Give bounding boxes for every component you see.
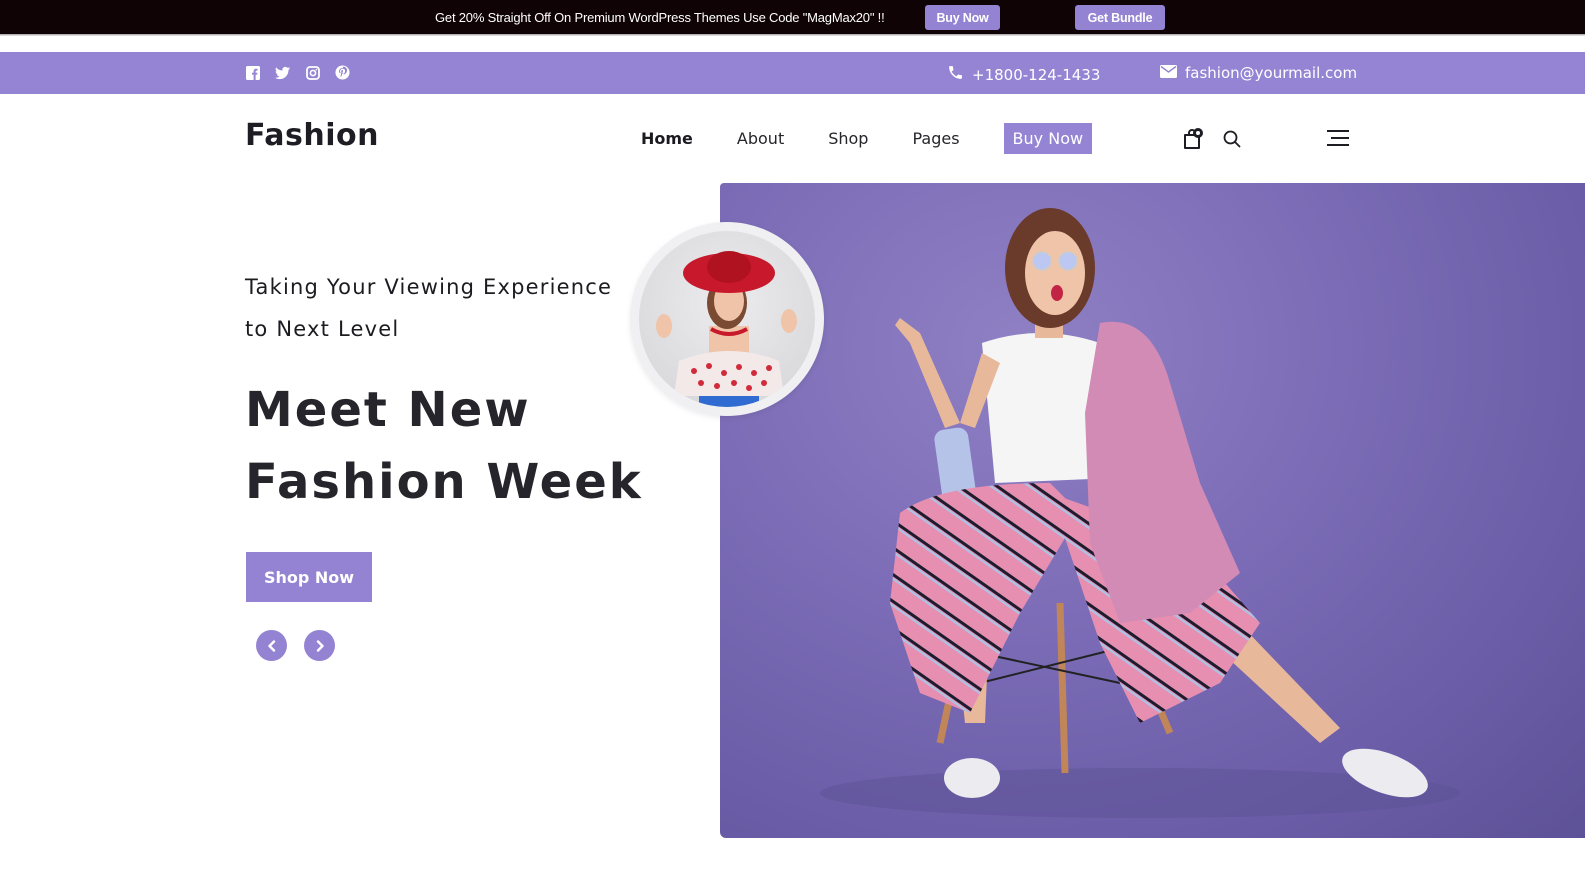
phone-number: +1800-124-1433 [972, 65, 1101, 84]
site-logo[interactable]: Fashion [245, 118, 379, 153]
pinterest-icon[interactable] [335, 65, 350, 80]
email-address: fashion@yourmail.com [1185, 64, 1358, 82]
nav-home[interactable]: Home [641, 124, 693, 154]
promo-buy-now-button[interactable]: Buy Now [925, 5, 1000, 30]
facebook-icon[interactable] [245, 65, 260, 80]
hamburger-menu-button[interactable] [1326, 128, 1350, 148]
twitter-icon[interactable] [275, 65, 290, 80]
shopping-bag-icon [1184, 128, 1203, 149]
chevron-left-icon [267, 639, 275, 652]
featured-model-avatar [630, 222, 824, 416]
hero-headline: Meet New Fashion Week [245, 374, 665, 518]
phone-icon [947, 64, 964, 85]
hero-headline-line1: Meet New [245, 382, 531, 438]
nav-buy-now-button[interactable]: Buy Now [1003, 123, 1093, 154]
model-illustration [820, 208, 1460, 818]
hero-subtitle: Taking Your Viewing Experience to Next L… [245, 275, 613, 341]
slider-prev-button[interactable] [256, 630, 287, 661]
search-icon [1223, 130, 1241, 148]
search-button[interactable] [1222, 129, 1242, 149]
promo-text: Get 20% Straight Off On Premium WordPres… [435, 10, 885, 25]
shop-now-button[interactable]: Shop Now [246, 552, 372, 602]
instagram-icon[interactable] [305, 65, 320, 80]
contact-phone[interactable]: +1800-124-1433 [947, 64, 1100, 85]
header-actions [1182, 127, 1242, 151]
cart-button[interactable] [1182, 127, 1204, 151]
social-links [245, 65, 350, 80]
nav-about[interactable]: About [737, 124, 784, 154]
main-nav: Home About Shop Pages Buy Now [641, 123, 1136, 154]
envelope-icon [1160, 64, 1177, 82]
promo-divider [0, 34, 1585, 36]
featured-model-image [639, 231, 815, 407]
hero-headline-line2: Fashion Week [245, 454, 643, 510]
red-hat-model-illustration [656, 251, 797, 407]
contact-email[interactable]: fashion@yourmail.com [1160, 64, 1357, 82]
hamburger-icon [1327, 130, 1349, 146]
promo-get-bundle-button[interactable]: Get Bundle [1075, 5, 1165, 30]
contact-bar: +1800-124-1433 fashion@yourmail.com [0, 52, 1585, 94]
promo-bar: Get 20% Straight Off On Premium WordPres… [0, 0, 1585, 34]
hero-model-image [720, 183, 1585, 838]
nav-shop[interactable]: Shop [828, 124, 868, 154]
slider-next-button[interactable] [304, 630, 335, 661]
nav-pages[interactable]: Pages [912, 124, 959, 154]
chevron-right-icon [316, 639, 324, 652]
